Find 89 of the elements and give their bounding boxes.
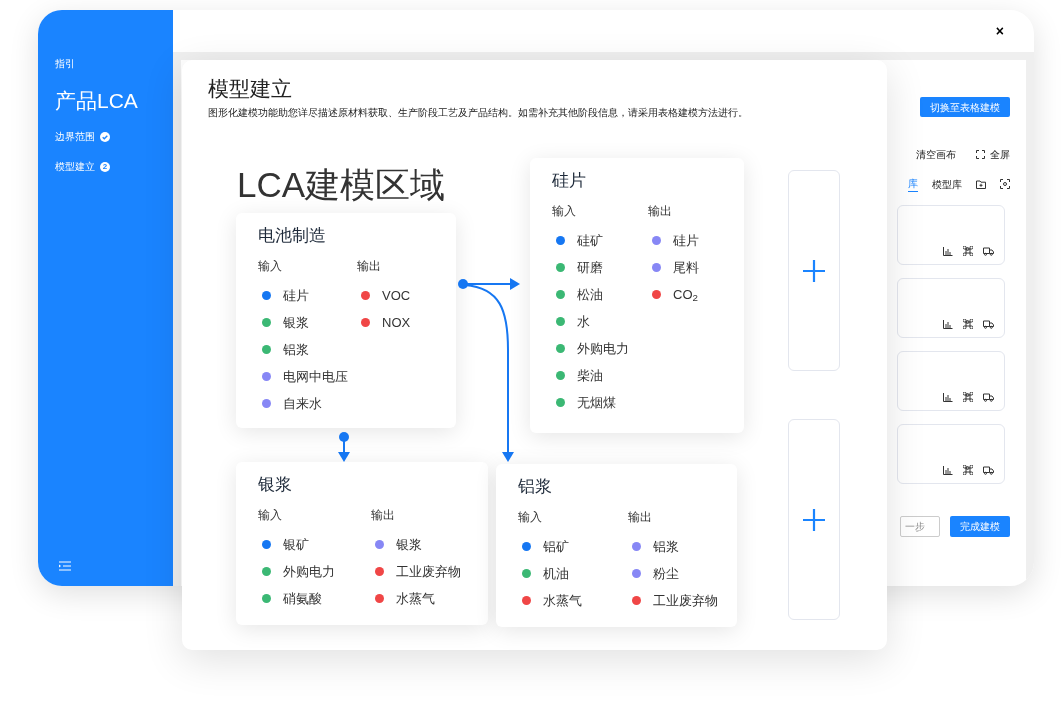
bar-chart-icon — [943, 247, 953, 256]
column-label: 输出 — [357, 258, 382, 276]
sidebar-label: 指引 — [55, 57, 76, 71]
plus-icon — [802, 507, 826, 532]
flow-item: 硝氨酸 — [283, 589, 322, 608]
flow-item: 电网中电压 — [283, 367, 348, 386]
fullscreen-icon — [976, 150, 985, 159]
column-label: 输入 — [518, 509, 543, 527]
column-label: 输入 — [258, 258, 283, 276]
flow-item: 外购电力 — [283, 562, 335, 581]
flow-item: 松油 — [577, 285, 603, 304]
flow-item: 尾料 — [673, 258, 699, 277]
flow-item: 铝矿 — [543, 537, 569, 556]
page-title: 模型建立 — [208, 76, 292, 102]
page-description: 图形化建模功能助您详尽描述原材料获取、生产阶段工艺及产品结构。如需补充其他阶段信息，请采用表格建模方法进行。 — [208, 106, 748, 120]
flow-item: 机油 — [543, 564, 569, 583]
library-card[interactable] — [897, 205, 1005, 265]
flow-item: 外购电力 — [577, 339, 629, 358]
plus-icon — [802, 258, 826, 283]
step-label: 边界范围 — [55, 130, 95, 144]
flow-item: 硅片 — [283, 286, 309, 305]
column-label: 输出 — [627, 509, 653, 527]
flow-item: NOX — [382, 313, 411, 332]
library-tab[interactable]: 模型库 — [932, 176, 962, 192]
bar-chart-icon — [943, 393, 953, 402]
library-card[interactable] — [897, 278, 1005, 338]
connector-arrow — [338, 432, 350, 462]
flow-item: 银浆 — [283, 313, 309, 332]
clear-canvas-button[interactable]: 清空画布 — [916, 147, 956, 162]
flow-item: 工业废弃物 — [652, 591, 718, 610]
canvas-title: LCA建模区域 — [237, 164, 446, 206]
flow-item: 研磨 — [577, 258, 603, 277]
process-node[interactable]: 银浆 输入 银矿 外购电力 硝氨酸 输出 银浆 工业废弃物 水蒸气 — [236, 462, 488, 625]
truck-icon — [983, 466, 994, 475]
node-title: 电池制造 — [258, 225, 327, 247]
command-icon — [963, 465, 973, 475]
bar-chart-icon — [943, 466, 953, 475]
column-label: 输出 — [648, 203, 673, 221]
node-title: 铝浆 — [518, 476, 553, 498]
command-icon — [963, 246, 973, 256]
flow-item: 粉尘 — [652, 564, 679, 583]
flow-item: 硅矿 — [577, 231, 603, 250]
flow-item: 水蒸气 — [396, 589, 435, 608]
flow-item: 银矿 — [283, 535, 309, 554]
truck-icon — [983, 247, 994, 256]
scan-icon — [1000, 179, 1010, 189]
step-number: 2 — [100, 161, 110, 172]
flow-item: 工业废弃物 — [396, 562, 461, 581]
menu-icon — [58, 561, 72, 571]
library-card[interactable] — [897, 351, 1005, 411]
process-node[interactable]: 硅片 输入 硅矿 研磨 松油 水 外购电力 柴油 无烟煤 输出 硅片 尾料 CO$_{2}$ — [530, 158, 744, 433]
flow-item: 银浆 — [396, 535, 422, 554]
previous-button[interactable]: 一步 — [900, 516, 940, 537]
check-circle-icon — [100, 131, 110, 142]
flow-item: 水蒸气 — [543, 591, 582, 610]
library-tab[interactable]: 库 — [908, 176, 918, 192]
library-card[interactable] — [897, 424, 1005, 484]
column-label: 输入 — [258, 507, 283, 525]
fullscreen-button[interactable]: 全屏 — [976, 147, 1010, 162]
column-label: 输出 — [371, 507, 396, 525]
truck-icon — [983, 393, 994, 402]
command-icon — [963, 319, 973, 329]
step-item[interactable]: 模型建立 2 — [55, 156, 173, 177]
step-label: 模型建立 — [55, 160, 95, 174]
node-title: 银浆 — [258, 474, 293, 496]
column-label: 输入 — [552, 203, 577, 221]
folder-icon — [976, 179, 986, 189]
flow-item: 水 — [577, 312, 590, 331]
switch-mode-button[interactable]: 切换至表格建模 — [920, 97, 1010, 117]
flow-item: 柴油 — [577, 366, 603, 385]
flow-item: 无烟煤 — [577, 393, 616, 412]
flow-item: 硅片 — [673, 231, 699, 250]
close-button[interactable]: × — [991, 24, 1008, 38]
flow-item: 铝浆 — [652, 537, 679, 556]
add-node-button[interactable] — [788, 170, 840, 371]
process-node[interactable]: 电池制造 输入 硅片 银浆 铝浆 电网中电压 自来水 输出 VOC NOX — [236, 213, 456, 428]
finish-button[interactable]: 完成建模 — [950, 516, 1010, 537]
flow-item: CO$_{2}$ — [673, 285, 698, 305]
flow-item: 自来水 — [283, 394, 322, 413]
node-title: 硅片 — [552, 170, 587, 192]
flow-item: 铝浆 — [283, 340, 309, 359]
flow-item: VOC — [382, 286, 411, 305]
command-icon — [963, 392, 973, 402]
truck-icon — [983, 320, 994, 329]
step-item[interactable]: 边界范围 — [55, 126, 173, 147]
bar-chart-icon — [943, 320, 953, 329]
product-title: 产品LCA — [55, 88, 139, 114]
add-node-button[interactable] — [788, 419, 840, 620]
process-node[interactable]: 铝浆 输入 铝矿 机油 水蒸气 输出 铝浆 粉尘 工业废弃物 — [496, 464, 737, 627]
